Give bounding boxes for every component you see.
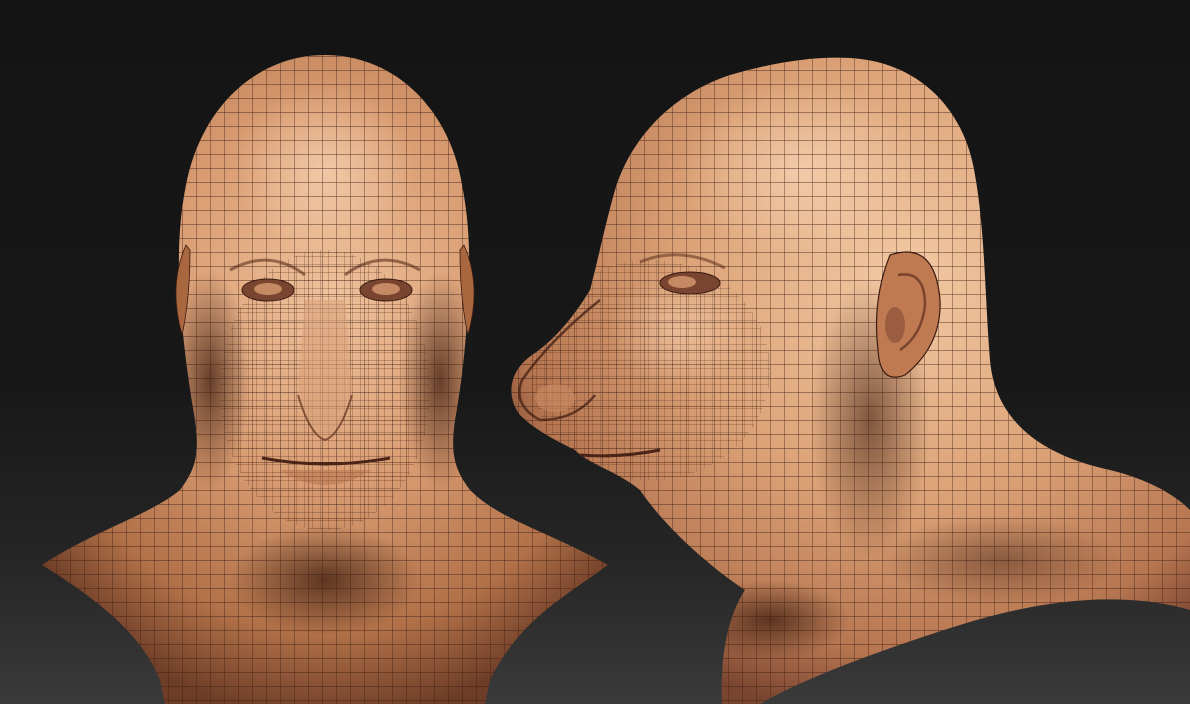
viewport-canvas	[0, 0, 1190, 704]
sculpt-render	[42, 55, 1190, 704]
side-view-head	[511, 57, 1190, 704]
